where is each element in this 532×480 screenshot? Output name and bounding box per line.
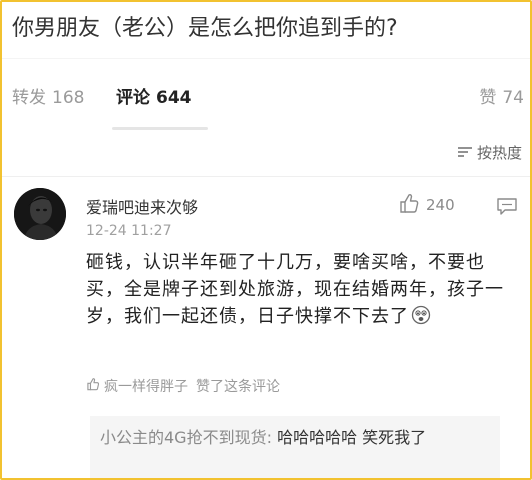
question-title: 你男朋友（老公）是怎么把你追到手的? (12, 16, 398, 41)
comment-username[interactable]: 爱瑞吧迪来次够 (86, 194, 198, 218)
tab-bar: 转发 168 评论 644 赞 74 (2, 82, 530, 130)
active-tab-indicator (112, 127, 208, 130)
tab-like[interactable]: 赞 74 (479, 86, 524, 110)
comment-body: 砸钱，认识半年砸了十几万，要啥买啥，不要也买，全是牌子还到处旅游，现在结婚两年，… (86, 249, 506, 330)
tab-like-count: 74 (502, 88, 524, 108)
liked-by-user[interactable]: 疯一样得胖子 (104, 376, 188, 396)
sort-button[interactable]: 按热度 (457, 140, 522, 164)
comment-time: 12-24 11:27 (86, 223, 172, 239)
tab-comment[interactable]: 评论 644 (116, 86, 192, 110)
tab-comment-label: 评论 (116, 88, 150, 108)
reply-username[interactable]: 小公主的4G抢不到现货: (100, 428, 272, 447)
tab-comment-count: 644 (156, 88, 192, 108)
liked-by-suffix: 赞了这条评论 (196, 379, 280, 395)
screenshot-frame: 你男朋友（老公）是怎么把你追到手的? 转发 168 评论 644 赞 74 按热度 (0, 0, 532, 480)
emoji-icon (411, 305, 431, 325)
tab-repost-label: 转发 (12, 88, 46, 108)
title-divider (2, 58, 530, 59)
tab-repost-count: 168 (52, 88, 85, 108)
liked-by-note: 疯一样得胖子 赞了这条评论 (86, 376, 280, 396)
small-thumbs-up-icon (86, 377, 100, 395)
thumbs-up-icon (398, 192, 420, 218)
sort-icon (457, 145, 473, 159)
section-divider (2, 176, 530, 177)
reply-preview[interactable]: 小公主的4G抢不到现货: 哈哈哈哈哈 笑死我了 (90, 416, 500, 478)
reply-text: 哈哈哈哈哈 笑死我了 (277, 428, 427, 447)
tab-like-label: 赞 (479, 88, 497, 108)
reply-icon[interactable] (496, 195, 518, 217)
comment-text: 砸钱，认识半年砸了十几万，要啥买啥，不要也买，全是牌子还到处旅游，现在结婚两年，… (86, 252, 504, 327)
sort-label: 按热度 (476, 143, 522, 162)
comment-like-button[interactable]: 240 (398, 192, 455, 218)
comment-like-count: 240 (426, 196, 455, 214)
avatar[interactable] (14, 188, 66, 240)
tab-repost[interactable]: 转发 168 (12, 86, 84, 110)
